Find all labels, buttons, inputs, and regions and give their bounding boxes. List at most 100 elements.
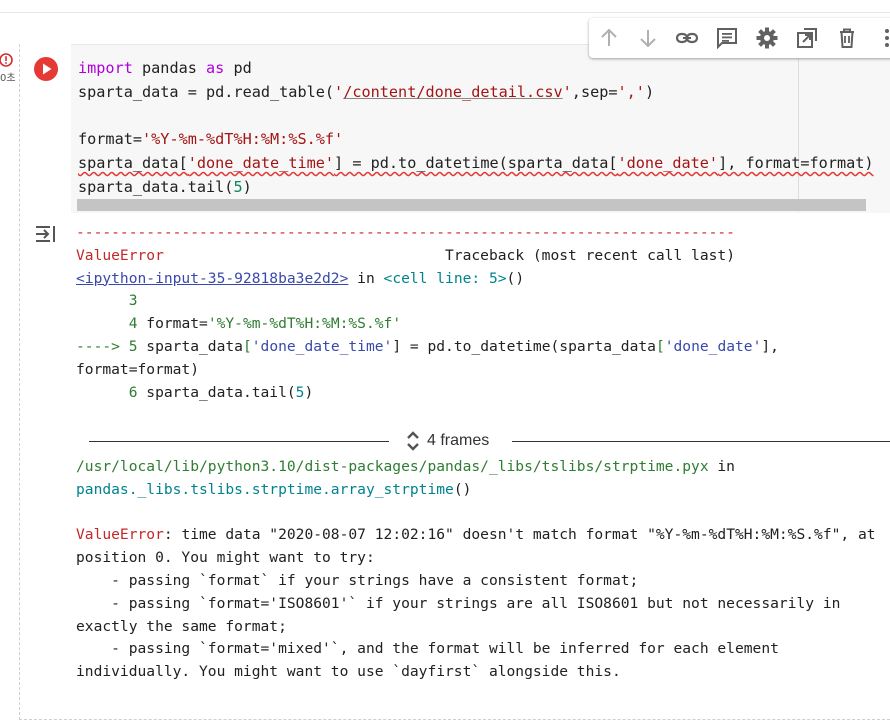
run-cell-button[interactable] <box>33 56 59 82</box>
text-span: sparta_data <box>137 337 243 355</box>
expand-frames-button[interactable]: 4 frames <box>405 428 489 454</box>
text-span: /usr/local/lib/python3.10/dist-packages/… <box>76 458 709 475</box>
code-line: sparta_data.tail(5) <box>78 176 874 200</box>
gear-icon[interactable] <box>755 26 779 50</box>
output-line: ----> 5 sparta_data['done_date_time'] = … <box>76 336 779 359</box>
text-span: in <box>348 269 384 287</box>
frames-divider-left <box>89 441 389 442</box>
text-span: individually. You might want to use `day… <box>76 663 621 681</box>
output-line: pandas._libs.tslibs.strptime.array_strpt… <box>76 479 876 502</box>
trash-icon[interactable] <box>835 26 859 50</box>
comment-icon[interactable] <box>715 26 739 50</box>
text-span[interactable]: <ipython-input-35-92818ba3e2d2> <box>76 270 348 287</box>
text-span <box>76 292 129 309</box>
traceback-output: ----------------------------------------… <box>76 222 779 404</box>
text-span: format=format) <box>76 360 200 378</box>
text-span: Traceback (most recent call last) <box>163 246 735 264</box>
clear-output-icon[interactable] <box>33 221 59 247</box>
output-line: ValueError Traceback (most recent call l… <box>76 245 779 268</box>
text-span: - passing `format='mixed'`, and the form… <box>76 640 779 658</box>
output-line: <ipython-input-35-92818ba3e2d2> in <cell… <box>76 268 779 291</box>
text-span: <cell line: 5> <box>383 269 507 287</box>
frames-label: 4 frames <box>427 432 490 449</box>
text-span: ,sep= <box>571 82 618 101</box>
text-span: in <box>708 458 735 475</box>
execution-time-label: 0초 <box>0 73 16 84</box>
cell-border-bottom <box>19 719 890 720</box>
text-span: ) <box>304 383 314 401</box>
text-span: 'done_date' <box>664 337 762 355</box>
text-span: '%Y-%m-%dT%H:%M:%S.%f' <box>207 315 402 333</box>
output-line: ----------------------------------------… <box>76 222 779 245</box>
text-span <box>76 315 129 332</box>
text-span: 3 <box>128 292 138 310</box>
text-span: ] = pd.to_datetime(sparta_data <box>392 337 656 355</box>
cell-border-left <box>19 44 20 720</box>
text-span: exactly the same format; <box>76 617 287 635</box>
text-span: pandas._libs.tslibs.strptime.array_strpt… <box>76 480 454 498</box>
text-span: format= <box>137 315 208 333</box>
text-span: sparta_data.tail( <box>78 177 234 196</box>
cell-toolbar <box>589 18 890 58</box>
text-span: ',' <box>617 82 645 101</box>
code-line: sparta_data['done_date_time'] = pd.to_da… <box>78 152 874 176</box>
text-span: format= <box>78 130 143 149</box>
text-span: ' <box>562 82 572 101</box>
text-span: : time data "2020-08-07 12:02:16" doesn'… <box>163 526 876 544</box>
code-line: format='%Y-%m-%dT%H:%M:%S.%f' <box>78 128 874 152</box>
text-span: import <box>78 59 133 77</box>
link-icon[interactable] <box>675 26 699 50</box>
frames-divider-right <box>512 441 890 442</box>
error-status-icon <box>0 53 13 67</box>
text-span: 5 <box>233 177 243 196</box>
text-span: 'done_date_time' <box>251 337 393 355</box>
text-span: 6 <box>128 383 138 401</box>
text-span: [ <box>655 337 665 355</box>
arrow-down-icon[interactable] <box>636 26 660 50</box>
text-span: 'done_date' <box>617 154 719 173</box>
output-line: 3 <box>76 290 779 313</box>
output-line: 6 sparta_data.tail(5) <box>76 382 779 405</box>
text-span: as <box>206 59 225 77</box>
text-span: ' <box>334 82 344 101</box>
text-span: ) <box>242 177 252 196</box>
output-line: - passing `format='mixed'`, and the form… <box>76 638 876 661</box>
text-span: ValueError <box>76 526 164 544</box>
text-span: ) <box>644 82 655 101</box>
text-span: ValueError <box>76 246 164 264</box>
text-span: ], format=format) <box>718 154 874 173</box>
editor-horizontal-scrollbar[interactable] <box>77 199 866 211</box>
text-span: sparta_data = pd.read_table( <box>78 82 335 101</box>
code-content[interactable]: import pandas as pd sparta_data = pd.read… <box>78 57 874 200</box>
mirror-cell-icon[interactable] <box>795 26 819 50</box>
error-message-output: /usr/local/lib/python3.10/dist-packages/… <box>76 456 876 684</box>
output-line: /usr/local/lib/python3.10/dist-packages/… <box>76 456 876 479</box>
output-line: 4 format='%Y-%m-%dT%H:%M:%S.%f' <box>76 313 779 336</box>
text-span: 4 <box>128 315 138 333</box>
text-span: position 0. You might want to try: <box>76 549 375 567</box>
text-span: ] = pd.to_datetime(sparta_data[ <box>334 154 618 173</box>
text-span: () <box>506 269 525 287</box>
output-line: exactly the same format; <box>76 616 876 639</box>
code-line: sparta_data = pd.read_table('/content/do… <box>78 81 874 105</box>
text-span: sparta_data[ <box>78 154 188 173</box>
text-span: 'done_date_time' <box>187 154 335 173</box>
output-line: - passing `format` if your strings have … <box>76 570 876 593</box>
notebook-top-divider <box>0 12 890 13</box>
more-vert-icon[interactable] <box>875 26 890 50</box>
output-line: ValueError: time data "2020-08-07 12:02:… <box>76 524 876 547</box>
text-span: ----------------------------------------… <box>76 224 735 241</box>
arrow-up-icon[interactable] <box>597 26 621 50</box>
text-span: ], <box>761 337 779 355</box>
output-line: individually. You might want to use `day… <box>76 661 876 684</box>
text-span: () <box>453 480 472 498</box>
unfold-icon <box>407 431 419 451</box>
text-span: [ <box>242 337 252 355</box>
text-span: - passing `format='ISO8601'` if your str… <box>76 594 841 612</box>
text-span: '%Y-%m-%dT%H:%M:%S.%f' <box>142 130 344 149</box>
text-span: /content/done_detail.csv <box>343 82 563 101</box>
output-line: - passing `format='ISO8601'` if your str… <box>76 593 876 616</box>
text-span: pandas <box>132 59 207 77</box>
